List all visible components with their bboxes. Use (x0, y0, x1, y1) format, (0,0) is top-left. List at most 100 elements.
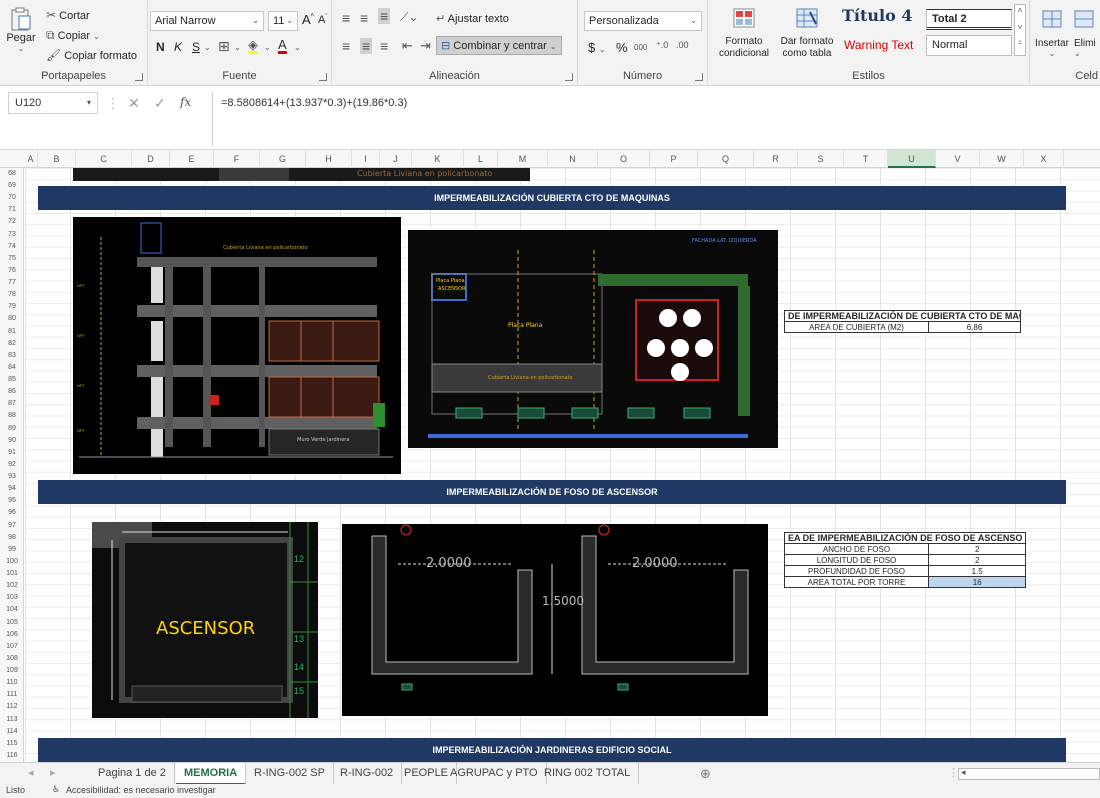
style-warning[interactable]: Warning Text (844, 38, 913, 52)
table2-label[interactable]: PROFUNDIDAD DE FOSO (784, 565, 929, 577)
column-header[interactable]: F (214, 150, 260, 168)
row-header[interactable]: 92 (0, 459, 24, 471)
row-header[interactable]: 93 (0, 471, 24, 483)
column-header[interactable]: C (76, 150, 132, 168)
chevron-down-icon[interactable]: ⌄ (234, 43, 241, 52)
chevron-down-icon[interactable]: ⌄ (204, 43, 211, 52)
delete-button[interactable]: Elimi ⌄ (1074, 10, 1100, 58)
decrease-indent-icon[interactable]: ⇤ (402, 38, 413, 54)
column-header[interactable]: B (38, 150, 76, 168)
row-header[interactable]: 113 (0, 714, 24, 726)
accessibility-icon[interactable]: ♿ (52, 784, 60, 795)
formula-input[interactable]: =8.5808614+(13.937*0.3)+(19.86*0.3) (212, 92, 1100, 146)
font-launcher[interactable] (319, 73, 327, 81)
column-header[interactable]: G (260, 150, 306, 168)
chevron-down-icon[interactable]: ⌄ (294, 43, 301, 52)
row-header[interactable]: 114 (0, 726, 24, 738)
font-color-icon[interactable]: A (278, 38, 287, 54)
underline-button[interactable]: S (192, 40, 200, 54)
shrink-font-icon[interactable]: Aˇ (318, 14, 327, 26)
row-header[interactable]: 106 (0, 629, 24, 641)
row-header[interactable]: 68 (0, 168, 24, 180)
insert-function-icon[interactable]: fx (180, 95, 191, 109)
sheet-tab[interactable]: Pagina 1 de 2 (90, 763, 175, 785)
chevron-down-icon[interactable]: ⌄ (264, 43, 271, 52)
cancel-icon[interactable]: ✕ (128, 95, 140, 112)
align-top-icon[interactable]: ≡ (342, 10, 350, 26)
alignment-launcher[interactable] (565, 73, 573, 81)
format-painter-button[interactable]: 🖌 Copiar formato (46, 48, 137, 62)
cad-plan-image[interactable]: Placa Plana ASCENSOR Placa Plana Cubiert… (408, 230, 778, 448)
table2-value[interactable]: 2 (927, 543, 1027, 555)
row-header[interactable]: 77 (0, 277, 24, 289)
row-header[interactable]: 108 (0, 653, 24, 665)
row-header[interactable]: 88 (0, 410, 24, 422)
row-header[interactable]: 103 (0, 592, 24, 604)
row-header[interactable]: 69 (0, 180, 24, 192)
font-size-select[interactable]: 11 ⌄ (268, 11, 298, 31)
cad-foso-image[interactable]: 12 13 14 15 ASCENSOR (92, 522, 318, 718)
name-box[interactable]: U120 ▾ (8, 92, 98, 114)
style-total2[interactable]: Total 2 (926, 9, 1012, 30)
column-header[interactable]: L (464, 150, 498, 168)
row-header[interactable]: 73 (0, 229, 24, 241)
row-header[interactable]: 89 (0, 423, 24, 435)
table2-label[interactable]: ANCHO DE FOSO (784, 543, 929, 555)
row-header[interactable]: 80 (0, 313, 24, 325)
partial-cad-image-top[interactable]: Cubierta Liviana en policarbonato (73, 168, 530, 181)
row-header[interactable]: 85 (0, 374, 24, 386)
increase-indent-icon[interactable]: ⇥ (420, 38, 431, 54)
confirm-icon[interactable]: ✓ (154, 95, 166, 112)
borders-icon[interactable]: ⊞ (218, 38, 230, 55)
row-header[interactable]: 70 (0, 192, 24, 204)
row-header[interactable]: 90 (0, 435, 24, 447)
more-options-icon[interactable]: ⋮ (106, 95, 120, 112)
row-header[interactable]: 110 (0, 677, 24, 689)
row-header[interactable]: 72 (0, 216, 24, 228)
align-right-icon[interactable]: ≡ (380, 38, 388, 54)
sheet-tab[interactable]: R-ING-002 (332, 763, 403, 785)
row-header[interactable]: 116 (0, 750, 24, 762)
copy-button[interactable]: ⧉ Copiar ⌄ (46, 28, 100, 43)
add-sheet-icon[interactable]: ⊕ (692, 763, 719, 785)
row-header[interactable]: 87 (0, 398, 24, 410)
cad-elevation-image[interactable]: NPT NPT NPT NPT Cubierta Liviana en poli… (73, 217, 401, 474)
row-header[interactable]: 98 (0, 532, 24, 544)
column-header[interactable]: J (380, 150, 412, 168)
styles-scroll[interactable]: ˄ ˅ ⩡ (1014, 4, 1026, 56)
table2-value[interactable]: 1.5 (927, 565, 1027, 577)
row-header[interactable]: 111 (0, 689, 24, 701)
fill-color-icon[interactable]: ◈ (248, 38, 258, 54)
row-header[interactable]: 79 (0, 301, 24, 313)
italic-button[interactable]: K (174, 40, 182, 54)
table2-value[interactable]: 2 (927, 554, 1027, 566)
row-header[interactable]: 99 (0, 544, 24, 556)
cut-button[interactable]: ✂ Cortar (46, 8, 90, 22)
increase-decimal-icon[interactable]: ⁺.0 (656, 40, 668, 51)
row-header[interactable]: 74 (0, 241, 24, 253)
row-header[interactable]: 101 (0, 568, 24, 580)
sheet-tab[interactable]: RING 002 TOTAL (536, 763, 640, 785)
row-header[interactable]: 84 (0, 362, 24, 374)
column-header[interactable]: R (754, 150, 798, 168)
row-header[interactable]: 94 (0, 483, 24, 495)
row-header[interactable]: 105 (0, 617, 24, 629)
style-titulo4[interactable]: Título 4 (842, 6, 912, 25)
style-normal[interactable]: Normal (926, 35, 1012, 56)
wrap-text-button[interactable]: ↵ Ajustar texto (436, 12, 509, 25)
table2-label[interactable]: LONGITUD DE FOSO (784, 554, 929, 566)
table1-label[interactable]: AREA DE CUBIERTA (M2) (784, 321, 929, 333)
row-header[interactable]: 96 (0, 507, 24, 519)
row-header[interactable]: 109 (0, 665, 24, 677)
column-header[interactable]: P (650, 150, 698, 168)
column-header[interactable]: E (170, 150, 214, 168)
format-as-table-button[interactable]: Dar formato como tabla (778, 8, 836, 60)
conditional-format-button[interactable]: Formato condicional (712, 8, 776, 60)
column-header[interactable]: D (132, 150, 170, 168)
scroll-right-icon[interactable]: ▸ (42, 763, 64, 785)
table2-value[interactable]: 16 (927, 576, 1027, 588)
table2-label[interactable]: AREA TOTAL POR TORRE (784, 576, 929, 588)
currency-button[interactable]: $ ⌄ (588, 40, 606, 55)
column-header[interactable]: K (412, 150, 464, 168)
paste-button[interactable]: Pegar ⌄ (6, 6, 36, 62)
